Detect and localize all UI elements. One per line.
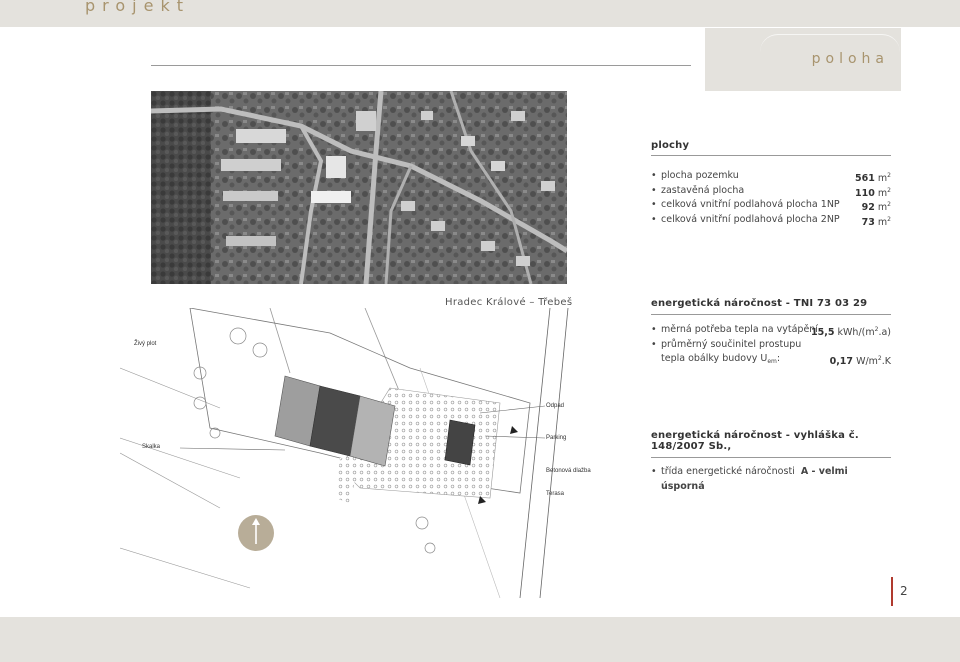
- site-plan-graphic: Živý plot Skalka Odpad Parking Betonová …: [119, 307, 591, 599]
- list-item: zastavěná plocha110 m2: [651, 184, 891, 199]
- aerial-photo: [151, 91, 567, 284]
- plochy-rule: [651, 155, 891, 156]
- page-number: 2: [900, 584, 908, 598]
- label-zivy-plot: Živý plot: [134, 339, 157, 347]
- arc-decoration: [760, 34, 900, 52]
- page-marker: [891, 577, 893, 606]
- list-item: měrná potřeba tepla na vytápění15,5 kWh/…: [651, 323, 891, 338]
- energy-tni-list: měrná potřeba tepla na vytápění15,5 kWh/…: [651, 323, 891, 367]
- label-odpad: Odpad: [546, 403, 564, 409]
- list-item: plocha pozemku561 m2: [651, 169, 891, 184]
- list-item-continued: tepla obálky budovy Uem: 0,17 W/m2.K: [661, 353, 891, 367]
- list-item: třída energetické náročnosti A - velmi ú…: [651, 465, 891, 492]
- label-skalka: Skalka: [142, 444, 161, 450]
- header-bar: projekt: [0, 0, 960, 27]
- list-item: celková vnitřní podlahová plocha 1NP92 m…: [651, 198, 891, 213]
- label-betonova-dlazba: Betonová dlažba: [546, 468, 591, 474]
- energy-decree-heading: energetická náročnost - vyhláška č. 148/…: [651, 430, 859, 452]
- section-title: poloha: [811, 51, 889, 67]
- aerial-photo-graphic: [151, 91, 567, 284]
- energy-tni-section: energetická náročnost - TNI 73 03 29 měr…: [651, 298, 891, 367]
- list-item: celková vnitřní podlahová plocha 2NP73 m…: [651, 213, 891, 228]
- energy-decree-section: energetická náročnost - vyhláška č. 148/…: [651, 430, 891, 492]
- plochy-section: plochy plocha pozemku561 m2 zastavěná pl…: [651, 140, 891, 228]
- section-title-box: poloha: [705, 28, 901, 91]
- energy-tni-heading: energetická náročnost - TNI 73 03 29: [651, 298, 868, 309]
- header-rule: [151, 65, 691, 66]
- plochy-heading: plochy: [651, 140, 690, 151]
- plochy-list: plocha pozemku561 m2 zastavěná plocha110…: [651, 169, 891, 228]
- map-caption: Hradec Králové – Třebeš: [445, 297, 573, 308]
- energy-decree-list: třída energetické náročnosti A - velmi ú…: [651, 465, 891, 492]
- energy-decree-rule: [651, 457, 891, 458]
- brand-title: projekt: [85, 0, 190, 15]
- label-terasa: Terasa: [546, 491, 565, 497]
- list-item: průměrný součinitel prostupu: [651, 338, 891, 353]
- site-plan: Živý plot Skalka Odpad Parking Betonová …: [119, 307, 610, 599]
- energy-tni-rule: [651, 314, 891, 315]
- label-parking: Parking: [546, 435, 566, 441]
- footer-bar: [0, 617, 960, 662]
